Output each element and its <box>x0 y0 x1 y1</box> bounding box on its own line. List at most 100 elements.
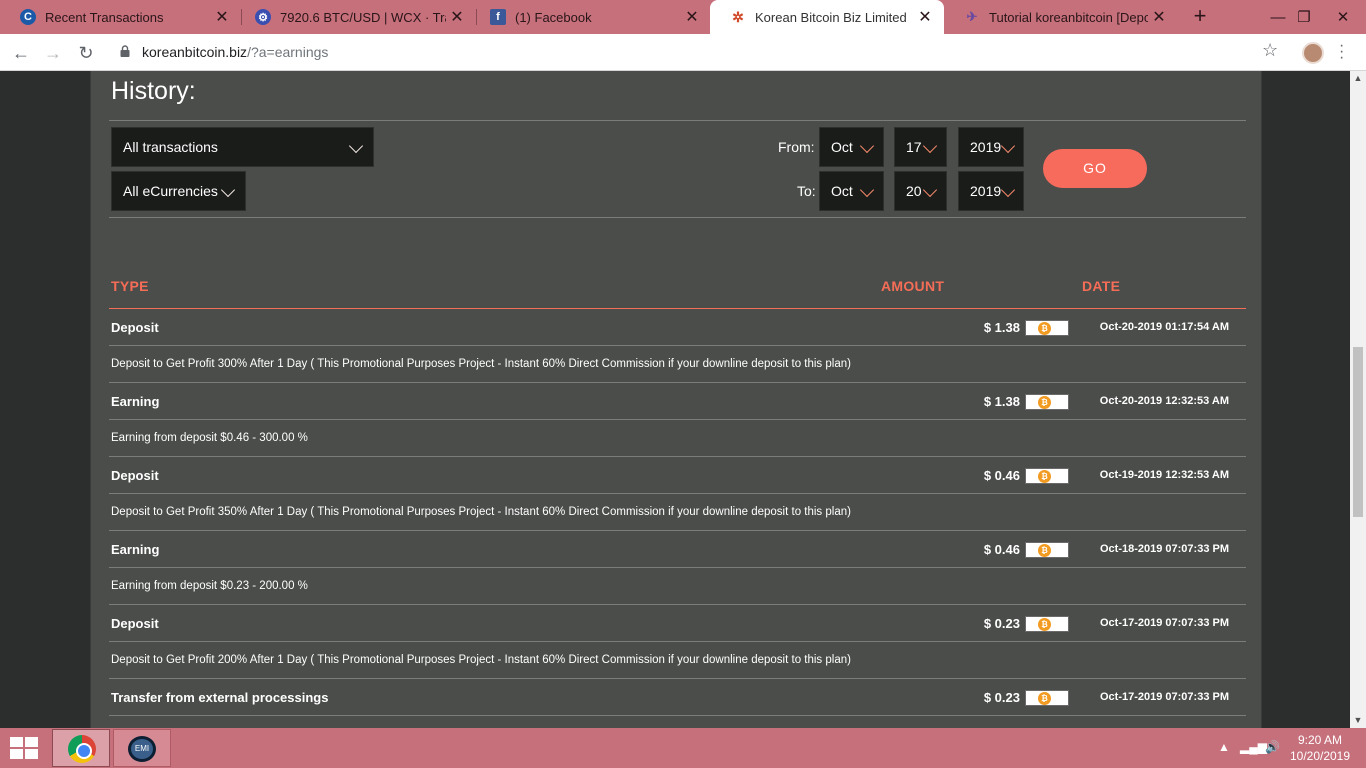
currency-badge: ₿ <box>1025 542 1069 558</box>
to-year-select[interactable]: 2019 <box>958 171 1024 211</box>
row-description-text: Deposit to Get Profit 350% After 1 Day (… <box>111 506 851 518</box>
row-date: Oct-20-2019 01:17:54 AM <box>1099 321 1229 333</box>
bitcoin-icon: ₿ <box>1038 396 1051 409</box>
row-type: Transfer from external processings <box>111 690 329 705</box>
chevron-down-icon <box>922 182 938 198</box>
restore-button[interactable]: ❐ <box>1286 0 1322 34</box>
tab-title: 7920.6 BTC/USD | WCX · Trade <box>280 9 446 25</box>
currency-select[interactable]: All eCurrencies <box>111 171 246 211</box>
tutorial-icon: ✈ <box>966 9 978 24</box>
clock-date: 10/20/2019 <box>1289 749 1351 763</box>
row-amount: $ 1.38 <box>983 394 1020 409</box>
scroll-up-icon[interactable]: ▲ <box>1350 71 1366 85</box>
row-type: Deposit <box>111 320 159 335</box>
browser-tab-strip: C Recent Transactions ✕ ⚙ 7920.6 BTC/USD… <box>0 0 1366 34</box>
show-hidden-icons-icon[interactable]: ▲ <box>1218 740 1230 754</box>
from-month-value: Oct <box>831 139 853 155</box>
profile-avatar[interactable] <box>1302 42 1324 64</box>
row-description: Deposit to Get Profit 200% After 1 Day (… <box>109 642 1246 679</box>
row-amount: $ 0.23 <box>983 690 1020 705</box>
row-type: Earning <box>111 542 160 557</box>
table-row: Deposit $ 0.46 ₿ Oct-19-2019 12:32:53 AM <box>109 457 1246 494</box>
close-tab-icon[interactable]: ✕ <box>681 7 703 27</box>
currency-value: All eCurrencies <box>123 183 218 199</box>
row-date: Oct-18-2019 07:07:33 PM <box>1099 543 1229 555</box>
close-tab-icon[interactable]: ✕ <box>211 7 233 27</box>
windows-start-icon[interactable] <box>10 737 40 759</box>
scrollbar-thumb[interactable] <box>1353 347 1363 517</box>
volume-icon[interactable]: 🔊 <box>1265 740 1280 754</box>
close-tab-icon[interactable]: ✕ <box>1148 7 1170 27</box>
row-type: Deposit <box>111 616 159 631</box>
currency-badge: ₿ <box>1025 394 1069 410</box>
koreanbitcoin-icon: ✲ <box>732 8 744 25</box>
history-panel: History: All transactions All eCurrencie… <box>90 71 1262 728</box>
row-date: Oct-20-2019 12:32:53 AM <box>1099 395 1229 407</box>
row-description: Earning from deposit $0.23 - 200.00 % <box>109 568 1246 605</box>
divider <box>109 120 1246 121</box>
page-scrollbar[interactable]: ▲ ▼ <box>1350 71 1366 728</box>
row-amount: $ 0.46 <box>983 468 1020 483</box>
bookmark-star-icon[interactable]: ☆ <box>1262 40 1278 61</box>
column-header-amount: AMOUNT <box>881 278 945 294</box>
address-bar: ← → ↻ koreanbitcoin.biz/?a=earnings ☆ · ·… <box>0 34 1366 71</box>
tab-tutorial[interactable]: ✈ Tutorial koreanbitcoin [Deposit ✕ <box>944 0 1178 34</box>
url-field[interactable]: koreanbitcoin.biz/?a=earnings <box>142 44 328 60</box>
chrome-icon <box>68 735 96 763</box>
from-year-value: 2019 <box>970 139 1002 155</box>
reload-button[interactable]: ↻ <box>73 40 99 66</box>
system-clock[interactable]: 9:20 AM 10/20/2019 <box>1288 732 1352 764</box>
row-description-text: Deposit to Get Profit 200% After 1 Day (… <box>111 654 851 666</box>
close-tab-icon[interactable]: ✕ <box>914 7 936 27</box>
table-row: Earning $ 1.38 ₿ Oct-20-2019 12:32:53 AM <box>109 383 1246 420</box>
to-label: To: <box>797 183 816 199</box>
from-day-value: 17 <box>906 139 922 155</box>
currency-badge: ₿ <box>1025 468 1069 484</box>
windows-taskbar: EMI ▲ ▂▄▆ 🔊 9:20 AM 10/20/2019 <box>0 728 1366 768</box>
row-amount: $ 1.38 <box>983 320 1020 335</box>
url-path: /?a=earnings <box>247 44 329 60</box>
menu-icon[interactable]: · · · <box>1339 38 1344 66</box>
table-row: Transfer from external processings $ 0.2… <box>109 679 1246 716</box>
tab-wcx-trade[interactable]: ⚙ 7920.6 BTC/USD | WCX · Trade ✕ <box>235 0 476 34</box>
column-header-type: TYPE <box>111 278 149 294</box>
close-window-button[interactable]: ✕ <box>1320 0 1366 34</box>
tab-facebook[interactable]: f (1) Facebook ✕ <box>470 0 711 34</box>
new-tab-button[interactable]: + <box>1188 4 1212 28</box>
from-month-select[interactable]: Oct <box>819 127 884 167</box>
from-label: From: <box>778 139 815 155</box>
from-year-select[interactable]: 2019 <box>958 127 1024 167</box>
taskbar-chrome[interactable] <box>52 729 110 767</box>
network-icon[interactable]: ▂▄▆ <box>1240 740 1267 754</box>
close-tab-icon[interactable]: ✕ <box>446 7 468 27</box>
facebook-icon: f <box>490 9 506 25</box>
row-description-text: Deposit to Get Profit 300% After 1 Day (… <box>111 358 851 370</box>
coinpayments-icon: C <box>20 9 36 25</box>
lock-icon[interactable] <box>120 45 130 57</box>
taskbar-emulator[interactable]: EMI <box>113 729 171 767</box>
currency-badge: ₿ <box>1025 616 1069 632</box>
back-button[interactable]: ← <box>8 40 34 66</box>
table-row: Deposit $ 1.38 ₿ Oct-20-2019 01:17:54 AM <box>109 309 1246 346</box>
go-button[interactable]: GO <box>1043 149 1147 188</box>
tab-title: Tutorial koreanbitcoin [Deposit <box>989 9 1148 25</box>
to-year-value: 2019 <box>970 183 1002 199</box>
chevron-down-icon <box>1000 182 1016 198</box>
url-host: koreanbitcoin.biz <box>142 44 248 60</box>
transaction-type-select[interactable]: All transactions <box>111 127 374 167</box>
tab-korean-bitcoin[interactable]: ✲ Korean Bitcoin Biz Limited ✕ <box>710 0 944 34</box>
row-date: Oct-17-2019 07:07:33 PM <box>1099 617 1229 629</box>
to-day-value: 20 <box>906 183 922 199</box>
row-description: Deposit to Get Profit 300% After 1 Day (… <box>109 346 1246 383</box>
scroll-down-icon[interactable]: ▼ <box>1350 713 1366 727</box>
to-month-select[interactable]: Oct <box>819 171 884 211</box>
to-day-select[interactable]: 20 <box>894 171 947 211</box>
page-title: History: <box>111 77 196 105</box>
from-day-select[interactable]: 17 <box>894 127 947 167</box>
forward-button[interactable]: → <box>40 40 66 66</box>
divider <box>109 217 1246 218</box>
tab-recent-transactions[interactable]: C Recent Transactions ✕ <box>0 0 241 34</box>
bitcoin-icon: ₿ <box>1038 470 1051 483</box>
bitcoin-icon: ₿ <box>1038 618 1051 631</box>
row-description: Earning from deposit $0.46 - 300.00 % <box>109 420 1246 457</box>
